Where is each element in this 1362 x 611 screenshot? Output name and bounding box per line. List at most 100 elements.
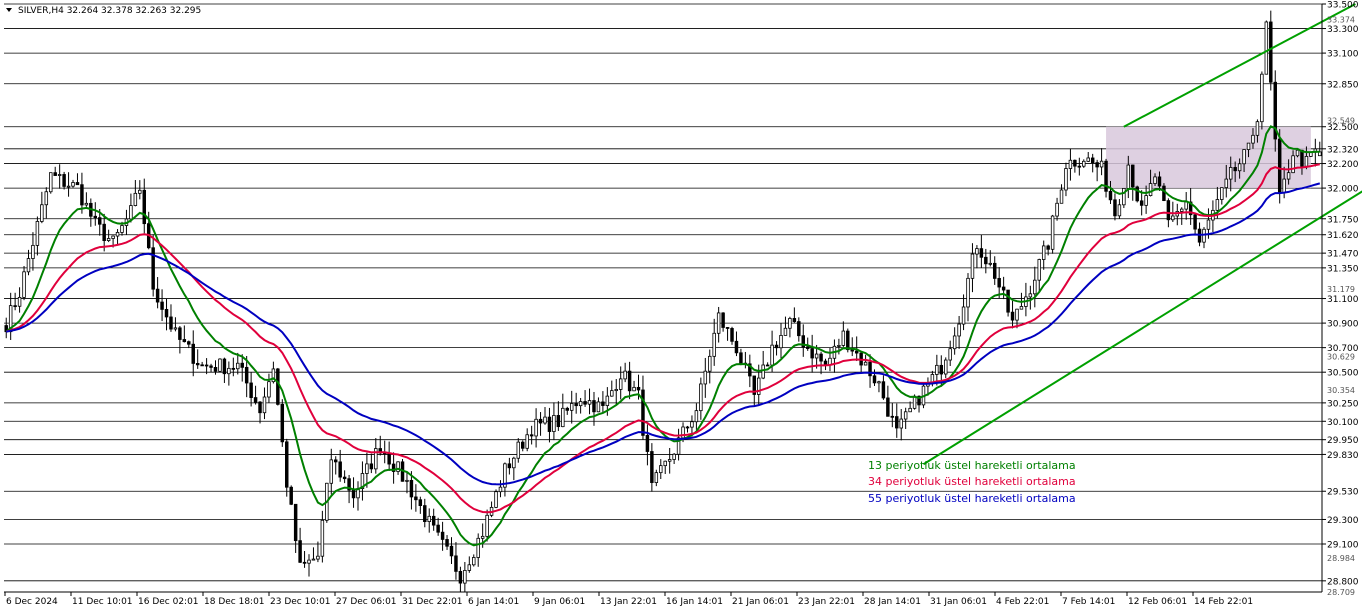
y-tick-label: 32.850 xyxy=(1327,80,1359,90)
candle xyxy=(556,401,561,431)
candle-body xyxy=(1264,21,1269,75)
candle-body xyxy=(685,426,690,429)
axes xyxy=(4,4,1323,593)
candle xyxy=(543,407,547,425)
ema-34-line xyxy=(5,163,1320,514)
candle xyxy=(1068,148,1073,181)
candle xyxy=(262,387,267,420)
candle xyxy=(485,509,489,542)
candles xyxy=(4,10,1322,593)
candle xyxy=(289,485,293,506)
candle-body xyxy=(26,258,31,273)
candle-body xyxy=(209,365,213,368)
candle xyxy=(610,380,614,397)
candle-body xyxy=(1001,286,1006,291)
candle-body xyxy=(133,192,138,206)
candle-body xyxy=(191,343,195,364)
candle-body xyxy=(53,172,57,176)
candle xyxy=(819,351,823,375)
candle-body xyxy=(939,364,944,375)
candle-body xyxy=(480,535,485,539)
candle xyxy=(458,566,463,592)
candle-body xyxy=(984,256,988,265)
candle xyxy=(725,327,730,341)
candle xyxy=(155,277,160,309)
candle xyxy=(182,325,187,343)
candle-body xyxy=(814,353,819,359)
candle xyxy=(984,248,988,274)
candle-body xyxy=(895,416,899,429)
candle-body xyxy=(1108,190,1113,201)
candle-body xyxy=(1131,164,1135,188)
candle-body xyxy=(115,232,120,237)
candle xyxy=(200,361,204,367)
candle-body xyxy=(427,515,431,522)
candle-body xyxy=(173,327,178,330)
candle-body xyxy=(1095,162,1099,168)
candle xyxy=(231,357,236,377)
candle xyxy=(253,385,258,405)
candle-body xyxy=(703,370,708,385)
candle-body xyxy=(645,434,650,452)
candle xyxy=(1077,157,1082,176)
candle-body xyxy=(169,316,173,330)
candle xyxy=(979,235,984,268)
candle-body xyxy=(22,271,26,298)
candle-body xyxy=(320,519,325,557)
candle xyxy=(534,408,538,448)
candle-body xyxy=(765,364,770,367)
candle-body xyxy=(583,401,587,405)
candle-body xyxy=(605,395,610,406)
candle-body xyxy=(975,248,979,255)
candle-body xyxy=(17,296,22,307)
candle-body xyxy=(342,476,347,480)
candle xyxy=(516,438,521,463)
candle-body xyxy=(333,459,338,463)
candle-body xyxy=(1295,149,1300,157)
candle-body xyxy=(155,288,160,303)
candle xyxy=(881,375,886,400)
candle-body xyxy=(797,321,801,337)
candle xyxy=(151,234,155,297)
candle xyxy=(538,412,543,436)
candle-body xyxy=(779,335,783,349)
candle xyxy=(142,178,146,234)
candle-body xyxy=(507,463,512,469)
candle-body xyxy=(97,217,102,225)
candle xyxy=(676,428,681,461)
candle xyxy=(387,441,391,471)
candle-body xyxy=(952,335,957,350)
candle xyxy=(93,202,98,226)
legend-ema-34: 34 periyotluk üstel hareketli ortalama xyxy=(868,475,1076,488)
candle xyxy=(1028,285,1033,310)
x-tick-label: 13 Jan 22:01 xyxy=(600,597,657,607)
candle-body xyxy=(75,182,80,186)
candle xyxy=(659,459,663,480)
candle-body xyxy=(1033,279,1037,295)
candle xyxy=(49,172,53,194)
candle-body xyxy=(565,407,570,411)
candle xyxy=(13,292,17,311)
candle-body xyxy=(837,345,841,347)
candle xyxy=(62,171,66,190)
candle xyxy=(418,496,423,514)
candle xyxy=(1001,276,1006,300)
candle-body xyxy=(338,461,342,478)
candle-body xyxy=(298,540,302,563)
y-tick-label: 32.000 xyxy=(1327,185,1359,195)
candle xyxy=(333,456,338,475)
candle-body xyxy=(1028,293,1033,298)
price-chart[interactable]: 33.50033.30033.10032.85032.50032.32032.2… xyxy=(0,0,1362,611)
candle xyxy=(84,192,89,207)
x-tick-label: 11 Dec 10:01 xyxy=(72,597,133,607)
candle xyxy=(311,547,316,561)
candle-body xyxy=(195,363,200,366)
candle xyxy=(948,340,952,366)
candle-body xyxy=(440,531,445,540)
candle-body xyxy=(1037,259,1041,281)
candle xyxy=(578,397,583,414)
candle xyxy=(685,425,690,433)
x-tick-label: 16 Dec 02:01 xyxy=(138,597,199,607)
dropdown-triangle-icon[interactable] xyxy=(6,8,12,12)
legend-ema-13: 13 periyotluk üstel hareketli ortalama xyxy=(868,459,1076,472)
